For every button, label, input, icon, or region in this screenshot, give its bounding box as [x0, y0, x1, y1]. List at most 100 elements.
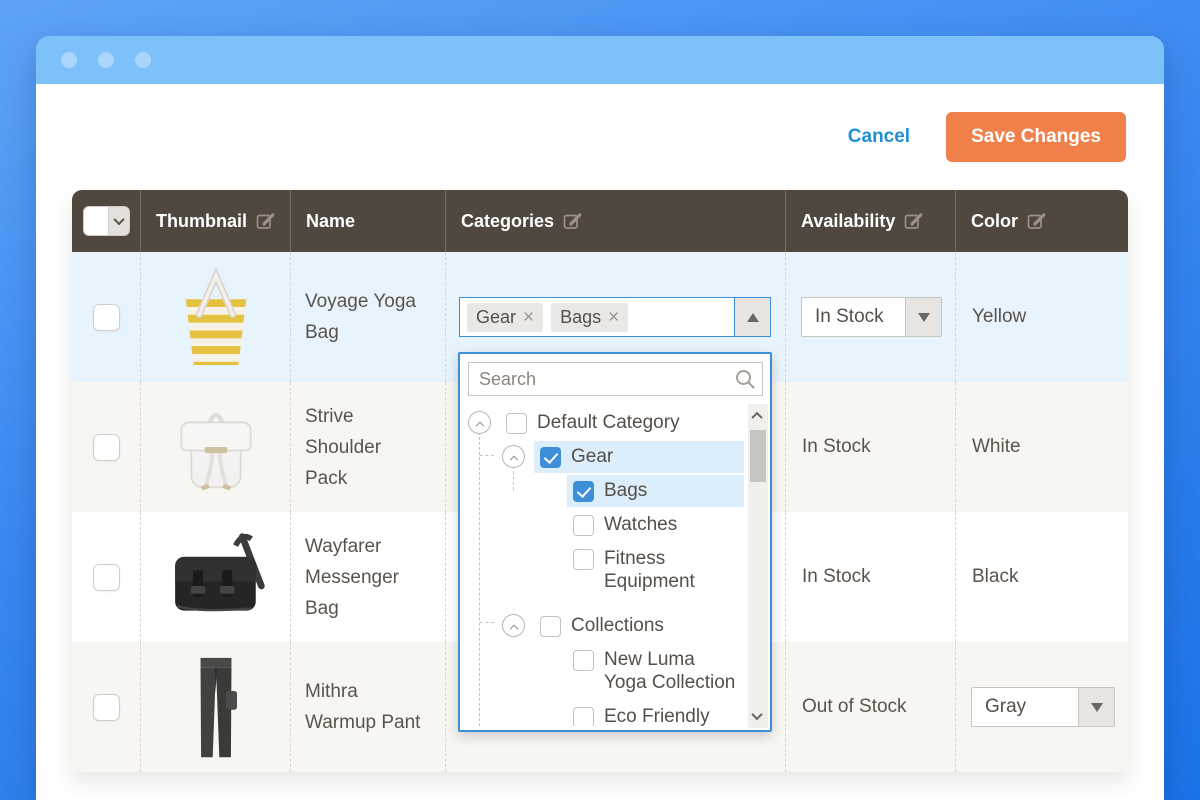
tree-checkbox[interactable]: [540, 616, 561, 637]
row-checkbox[interactable]: [93, 434, 120, 461]
product-name: Voyage Yoga Bag: [305, 286, 421, 348]
desktop-background: Cancel Save Changes Thumbnail Name: [0, 0, 1200, 800]
row-select-cell: [72, 642, 140, 772]
name-cell: Mithra Warmup Pant: [290, 642, 445, 772]
triangle-up-icon: [747, 313, 759, 322]
remove-tag-icon[interactable]: ×: [523, 308, 534, 327]
save-changes-button[interactable]: Save Changes: [946, 112, 1126, 162]
tree-checkbox[interactable]: [540, 447, 561, 468]
search-box: [468, 362, 763, 396]
header-select-all: [72, 190, 140, 252]
tree-item-fitness-equipment[interactable]: Fitness Equipment: [460, 542, 744, 599]
edit-column-icon[interactable]: [1027, 211, 1047, 231]
tree-label: Collections: [571, 614, 664, 637]
scroll-up-icon[interactable]: [751, 412, 762, 423]
tree-item-default-category[interactable]: Default Category: [460, 406, 744, 440]
thumbnail-cell: [140, 252, 290, 382]
product-name: Wayfarer Messenger Bag: [305, 531, 421, 624]
header-label: Categories: [461, 211, 554, 232]
name-cell: Voyage Yoga Bag: [290, 252, 445, 382]
tree-checkbox[interactable]: [573, 707, 594, 726]
tree-item-eco-friendly[interactable]: Eco Friendly: [460, 700, 744, 726]
remove-tag-icon[interactable]: ×: [608, 308, 619, 327]
collapse-dropdown-button[interactable]: [734, 298, 770, 336]
select-value: Gray: [972, 688, 1078, 726]
category-tag[interactable]: Bags ×: [551, 303, 628, 332]
edit-column-icon[interactable]: [256, 211, 276, 231]
products-table: Thumbnail Name Categories Availability C…: [72, 190, 1128, 772]
search-icon: [734, 368, 756, 390]
category-tree: Default Category Gear Bags Watches: [460, 406, 744, 726]
tree-label: Bags: [604, 479, 647, 502]
row-checkbox[interactable]: [93, 694, 120, 721]
triangle-down-icon: [918, 313, 930, 322]
tag-label: Bags: [560, 307, 601, 328]
color-cell: White: [955, 382, 1128, 512]
availability-value: In Stock: [802, 566, 871, 588]
browser-titlebar: [36, 36, 1164, 84]
category-tag[interactable]: Gear×: [467, 303, 543, 332]
availability-select[interactable]: In Stock: [801, 297, 942, 337]
tree-checkbox[interactable]: [573, 515, 594, 536]
header-categories: Categories: [445, 190, 785, 252]
collapse-icon[interactable]: [502, 614, 525, 637]
row-checkbox[interactable]: [93, 564, 120, 591]
cancel-button[interactable]: Cancel: [848, 126, 910, 148]
collapse-icon[interactable]: [468, 411, 491, 434]
categories-dropdown-panel: Default Category Gear Bags Watches: [458, 352, 772, 732]
row-select-cell: [72, 382, 140, 512]
edit-column-icon[interactable]: [563, 211, 583, 231]
tree-item-collections[interactable]: Collections: [460, 609, 744, 643]
header-thumbnail: Thumbnail: [140, 190, 290, 252]
thumbnail-cell: [140, 642, 290, 772]
tree-label: New Luma Yoga Collection: [604, 648, 735, 694]
tree-label: Eco Friendly: [604, 705, 710, 726]
select-all-checkbox[interactable]: [84, 207, 109, 235]
select-all-control[interactable]: [83, 206, 130, 236]
product-thumbnail-gray-pants-icon: [164, 649, 268, 765]
selected-tags: Gear× Bags ×: [460, 298, 734, 336]
triangle-down-icon: [1091, 703, 1103, 712]
tree-checkbox[interactable]: [573, 650, 594, 671]
tree-item-gear[interactable]: Gear: [460, 440, 744, 474]
tree-item-watches[interactable]: Watches: [460, 508, 744, 542]
header-label: Availability: [801, 211, 895, 232]
row-select-cell: [72, 252, 140, 382]
open-dropdown-button[interactable]: [905, 298, 941, 336]
edit-column-icon[interactable]: [904, 211, 924, 231]
window-control-dot[interactable]: [135, 52, 151, 68]
tree-checkbox[interactable]: [573, 481, 594, 502]
window-control-dot[interactable]: [98, 52, 114, 68]
tree-checkbox[interactable]: [506, 413, 527, 434]
scroll-down-icon[interactable]: [751, 709, 762, 720]
select-value: In Stock: [802, 298, 905, 336]
tree-scrollbar[interactable]: [748, 404, 768, 728]
collapse-icon[interactable]: [502, 445, 525, 468]
tree-item-new-luma-yoga-collection[interactable]: New Luma Yoga Collection: [460, 643, 744, 700]
row-checkbox[interactable]: [93, 304, 120, 331]
tree-item-bags[interactable]: Bags: [460, 474, 744, 508]
scrollbar-thumb[interactable]: [750, 430, 766, 482]
color-cell: Yellow: [955, 252, 1128, 382]
thumbnail-cell: [140, 512, 290, 642]
product-thumbnail-yellow-tote-icon: [160, 261, 272, 373]
product-thumbnail-white-backpack-icon: [160, 391, 272, 503]
color-value: Black: [972, 566, 1018, 588]
color-select[interactable]: Gray: [971, 687, 1115, 727]
search-input[interactable]: [468, 362, 763, 396]
tree-label: Gear: [571, 445, 613, 468]
window-control-dot[interactable]: [61, 52, 77, 68]
tree-checkbox[interactable]: [573, 549, 594, 570]
availability-value: Out of Stock: [802, 696, 907, 718]
chevron-down-icon[interactable]: [109, 207, 129, 235]
tree-label: Watches: [604, 513, 677, 536]
name-cell: Strive Shoulder Pack: [290, 382, 445, 512]
header-label: Color: [971, 211, 1018, 232]
table-header-row: Thumbnail Name Categories Availability C…: [72, 190, 1128, 252]
categories-multiselect[interactable]: Gear× Bags ×: [459, 297, 771, 337]
color-cell: Black: [955, 512, 1128, 642]
thumbnail-cell: [140, 382, 290, 512]
open-dropdown-button[interactable]: [1078, 688, 1114, 726]
row-select-cell: [72, 512, 140, 642]
product-name: Mithra Warmup Pant: [305, 676, 421, 738]
